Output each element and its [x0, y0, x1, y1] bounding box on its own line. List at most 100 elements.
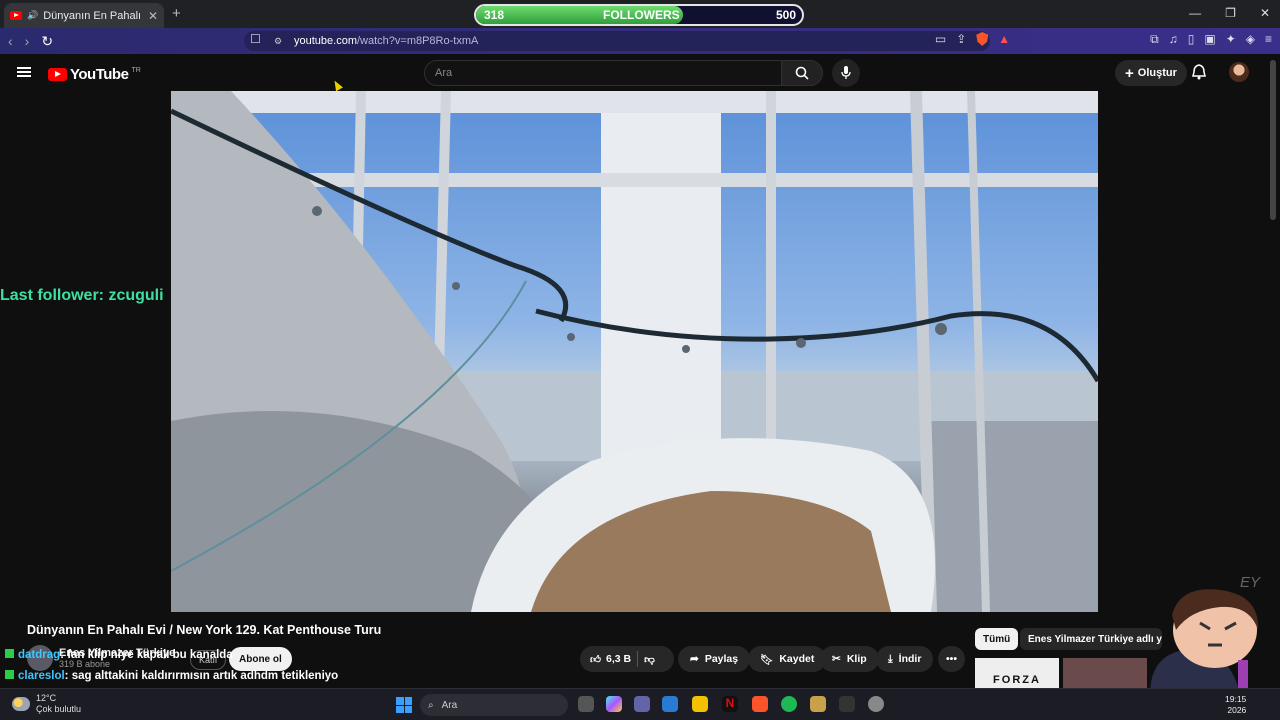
like-dislike-group: 👍︎ 6,3 B 👎︎ [580, 646, 674, 672]
search-icon [795, 66, 809, 80]
youtube-header: YouTube TR Ara + Oluştur [0, 54, 1280, 91]
netflix-icon[interactable]: N [722, 696, 738, 712]
share-label: Paylaş [704, 653, 739, 665]
url-field[interactable]: ⚙ youtube.com /watch?v=m8P8Ro-txmA [244, 31, 990, 51]
followers-label: FOLLOWERS [603, 8, 680, 22]
teams-icon[interactable] [634, 696, 650, 712]
chat-text: : fan klip niye kapalı bu kanalda [60, 649, 233, 661]
windows-start-icon[interactable] [396, 697, 412, 713]
bookmark-icon[interactable]: ☐ [250, 32, 261, 46]
search-placeholder: Ara [435, 67, 453, 79]
hamburger-menu-icon[interactable] [17, 67, 31, 77]
share-arrow-icon: ➦ [690, 653, 699, 665]
wallet-icon[interactable]: ▣ [1204, 32, 1215, 47]
temperature: 12°C [36, 693, 57, 703]
chat-message: clareslol: sag alttakini kaldırırmısın a… [5, 670, 338, 682]
browser-tab-youtube[interactable]: 🔊 Dünyanın En Pahalı Evi / New ✕ [4, 3, 164, 28]
browser-menu-icon[interactable]: ≡ [1265, 32, 1272, 47]
tab-close-icon[interactable]: ✕ [148, 9, 158, 23]
weather-cloudy-icon [12, 697, 30, 711]
scissors-icon: ✂ [832, 653, 841, 665]
sidebar-icon[interactable]: ▯ [1188, 32, 1195, 47]
like-count: 6,3 B [605, 653, 632, 665]
taskbar-search-icon: ⌕ [428, 699, 434, 711]
thumbs-up-icon: 👍︎ [590, 653, 601, 666]
clock-date: 2026 [1227, 705, 1247, 715]
url-path: /watch?v=m8P8Ro-txmA [356, 35, 479, 47]
followers-current: 318 [484, 8, 505, 22]
thumbs-down-icon: 👎︎ [644, 653, 655, 666]
plus-icon: + [1125, 64, 1134, 82]
spotify-icon[interactable] [781, 696, 797, 712]
task-view-icon[interactable] [578, 696, 594, 712]
youtube-play-icon [48, 68, 67, 81]
system-clock[interactable]: 19:15 2026 [1225, 694, 1246, 716]
reload-icon[interactable]: ↻ [41, 33, 53, 50]
youtube-logo[interactable]: YouTube TR [48, 66, 141, 83]
bookmark-save-icon: 🔖︎ [760, 653, 774, 666]
account-avatar[interactable] [1229, 62, 1249, 82]
more-icon: ••• [946, 653, 958, 665]
download-icon: ⤓ [888, 652, 893, 665]
subscribe-button[interactable]: Abone ol [229, 647, 292, 671]
recommended-thumbnail[interactable]: FORZA [975, 658, 1059, 688]
logo-text: YouTube [70, 66, 129, 83]
back-icon[interactable]: ‹ [8, 33, 13, 50]
video-frame [171, 91, 1098, 612]
chat-username: datdrag [18, 649, 61, 661]
chip-all[interactable]: Tümü [975, 628, 1019, 650]
copilot-icon[interactable] [606, 696, 622, 712]
notifications-bell-icon[interactable] [1192, 64, 1206, 80]
brave-browser-icon[interactable] [752, 696, 768, 712]
chat-message: datdrag: fan klip niye kapalı bu kanalda [5, 649, 233, 661]
nav-buttons: ‹ › ↻ [8, 33, 53, 50]
window-close-icon[interactable]: ✕ [1260, 6, 1270, 20]
file-explorer-icon[interactable] [692, 696, 708, 712]
leo-icon[interactable]: ✦ [1226, 32, 1236, 47]
media-icon[interactable]: ♫ [1169, 32, 1178, 47]
chat-badge-icon [5, 649, 14, 658]
download-button[interactable]: ⤓ İndir [876, 646, 934, 672]
streamer-character-sticker [1150, 589, 1259, 695]
taskbar-search[interactable]: ⌕ Ara [420, 694, 568, 716]
cast-icon[interactable]: ▭ [935, 32, 946, 47]
window-controls: — ❐ ✕ [1189, 6, 1270, 20]
save-button[interactable]: 🔖︎ Kaydet [748, 646, 827, 672]
clock-time: 19:15 [1225, 694, 1247, 704]
forward-icon[interactable]: › [25, 33, 30, 50]
new-tab-button[interactable]: + [172, 5, 181, 22]
clip-label: Klip [846, 653, 867, 665]
like-button[interactable]: 👍︎ 6,3 B [590, 653, 631, 666]
url-host: youtube.com [294, 35, 357, 47]
obs-icon[interactable] [868, 696, 884, 712]
store-icon[interactable] [662, 696, 678, 712]
more-actions-button[interactable]: ••• [938, 646, 966, 672]
maximize-icon[interactable]: ❐ [1225, 6, 1236, 20]
voice-search-button[interactable] [832, 59, 860, 87]
extensions-icon[interactable]: ⧉ [1150, 32, 1159, 47]
weather-widget[interactable]: 12°C Çok bulutlu [12, 693, 81, 715]
rewards-icon[interactable]: ▲ [998, 32, 1010, 47]
share-button[interactable]: ➦ Paylaş [678, 646, 751, 672]
microphone-icon [841, 66, 851, 79]
brave-shield-icon[interactable] [976, 32, 989, 46]
app-icon[interactable] [839, 696, 855, 712]
create-label: Oluştur [1137, 67, 1177, 79]
chat-badge-icon [5, 670, 14, 679]
youtube-favicon-icon [10, 11, 22, 20]
dislike-button[interactable]: 👎︎ [644, 653, 655, 666]
followers-goal: 500 [775, 8, 796, 22]
game-icon[interactable] [810, 696, 826, 712]
followers-goal-bar: 318 FOLLOWERS 500 [474, 4, 804, 26]
clip-button[interactable]: ✂ Klip [820, 646, 879, 672]
page-scrollbar[interactable] [1270, 60, 1276, 220]
speaker-icon[interactable]: 🔊 [27, 10, 38, 21]
create-button[interactable]: + Oluştur [1115, 60, 1187, 86]
search-input[interactable]: Ara [424, 60, 782, 86]
vpn-icon[interactable]: ◈ [1246, 32, 1255, 47]
search-button[interactable] [781, 60, 823, 86]
video-player[interactable] [171, 91, 1098, 612]
minimize-icon[interactable]: — [1189, 6, 1201, 20]
site-info-icon[interactable]: ⚙ [274, 36, 282, 47]
share-icon[interactable]: ⇪ [956, 32, 966, 47]
